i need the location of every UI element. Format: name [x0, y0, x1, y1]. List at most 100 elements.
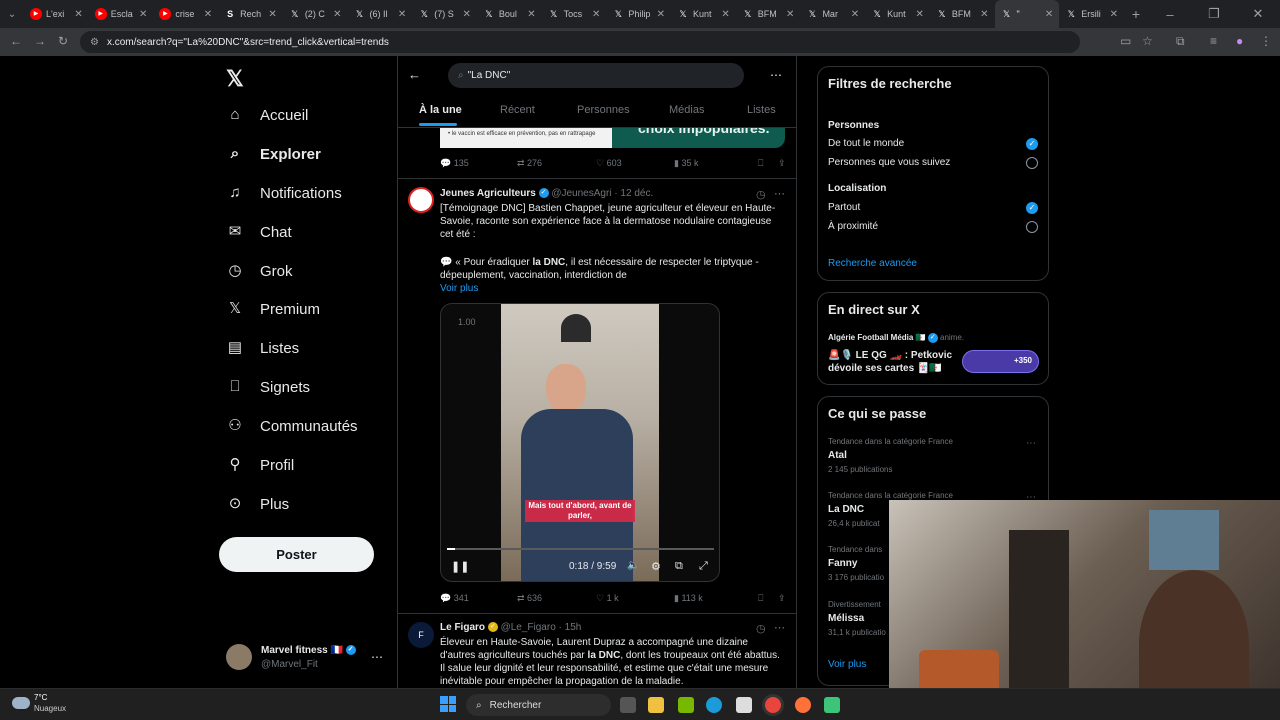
- restore-icon[interactable]: ❐: [1192, 6, 1236, 22]
- nav-item-communautes[interactable]: ⚇ Communautés: [226, 417, 357, 435]
- search-input[interactable]: ⌕ "La DNC": [448, 63, 744, 88]
- profile-icon[interactable]: ●: [1236, 34, 1243, 48]
- store-icon[interactable]: [736, 697, 752, 713]
- browser-tab[interactable]: 𝕏 Tocs ✕: [542, 0, 607, 28]
- close-tab-icon[interactable]: ✕: [139, 9, 147, 20]
- trend-name[interactable]: Fanny: [828, 558, 857, 569]
- close-tab-icon[interactable]: ✕: [851, 9, 859, 20]
- nav-item-notifications[interactable]: ♫ Notifications: [226, 184, 341, 202]
- trend-name[interactable]: La DNC: [828, 504, 864, 515]
- grok-icon[interactable]: ◷: [756, 622, 766, 635]
- media-icon[interactable]: ≡: [1210, 34, 1217, 48]
- avatar[interactable]: F: [408, 622, 434, 648]
- new-tab-icon[interactable]: +: [1124, 6, 1148, 22]
- back-icon[interactable]: ←: [10, 34, 22, 48]
- share-icon[interactable]: ⇪: [778, 158, 786, 169]
- filter-everyone-label[interactable]: De tout le monde: [828, 138, 904, 149]
- taskbar-search[interactable]: ⌕ Rechercher: [466, 694, 611, 716]
- browser-tab[interactable]: 𝕏 Philip ✕: [606, 0, 671, 28]
- close-tab-icon[interactable]: ✕: [915, 9, 923, 20]
- filter-following-label[interactable]: Personnes que vous suivez: [828, 157, 950, 168]
- post-button[interactable]: Poster: [219, 537, 374, 572]
- filter-anywhere-label[interactable]: Partout: [828, 202, 860, 213]
- back-arrow-icon[interactable]: ←: [408, 67, 421, 82]
- task-view-icon[interactable]: [620, 697, 636, 713]
- tweet-date[interactable]: · 12 déc.: [614, 188, 653, 199]
- close-tab-icon[interactable]: ✕: [74, 9, 82, 20]
- browser-tab[interactable]: ▶ Escla ✕: [89, 0, 154, 28]
- nvidia-icon[interactable]: [678, 697, 694, 713]
- weather-temp[interactable]: 7°C: [34, 693, 47, 702]
- close-tab-icon[interactable]: ✕: [1045, 9, 1053, 20]
- close-tab-icon[interactable]: ✕: [398, 9, 406, 20]
- browser-tab[interactable]: S Rech ✕: [218, 0, 283, 28]
- edge-icon[interactable]: [706, 697, 722, 713]
- browser-tab[interactable]: 𝕏 Kunt ✕: [671, 0, 736, 28]
- nav-item-listes[interactable]: ▤ Listes: [226, 339, 299, 357]
- url-input[interactable]: ⚙ x.com/search?q="La%20DNC"&src=trend_cl…: [80, 31, 1080, 53]
- pause-icon[interactable]: ❚❚: [451, 560, 469, 573]
- tweet-more-icon[interactable]: ⋯: [774, 187, 785, 200]
- browser-tab[interactable]: 𝕏 BFM ✕: [930, 0, 995, 28]
- radio-everyone[interactable]: ✓: [1026, 138, 1038, 150]
- author-handle[interactable]: @JeunesAgri: [551, 188, 611, 199]
- account-name[interactable]: Marvel fitness 🇫🇷 ✓: [261, 645, 356, 656]
- tab-search-icon[interactable]: ⌄: [0, 9, 24, 20]
- close-tab-icon[interactable]: ✕: [333, 9, 341, 20]
- show-more-link[interactable]: Voir plus: [440, 283, 478, 294]
- close-window-icon[interactable]: ✕: [1236, 6, 1280, 22]
- trend-name[interactable]: Mélissa: [828, 613, 864, 624]
- tab-people[interactable]: Personnes: [577, 104, 630, 116]
- browser-tab[interactable]: 𝕏 BFM ✕: [736, 0, 801, 28]
- trend-name[interactable]: Atal: [828, 450, 847, 461]
- close-tab-icon[interactable]: ✕: [592, 9, 600, 20]
- nav-item-explorer[interactable]: ⌕ Explorer: [226, 145, 321, 163]
- browser-tab[interactable]: 𝕏 Mar ✕: [800, 0, 865, 28]
- site-info-icon[interactable]: ⚙: [90, 37, 99, 48]
- app-icon[interactable]: [824, 697, 840, 713]
- trend-more-icon[interactable]: ⋯: [1026, 438, 1036, 449]
- nav-item-signets[interactable]: ⎕ Signets: [226, 378, 310, 396]
- close-tab-icon[interactable]: ✕: [980, 9, 988, 20]
- pip-icon[interactable]: ⧉: [675, 560, 683, 573]
- reply-button[interactable]: 💬 341: [440, 593, 517, 604]
- tab-lists[interactable]: Listes: [747, 104, 776, 116]
- minimize-icon[interactable]: –: [1148, 7, 1192, 22]
- video-player[interactable]: Mais tout d'abord, avant de parler, 1.00…: [440, 303, 720, 582]
- firefox-icon[interactable]: [795, 697, 811, 713]
- nav-item-accueil[interactable]: ⌂ Accueil: [226, 106, 308, 124]
- author-name[interactable]: Jeunes Agriculteurs: [440, 188, 536, 199]
- nav-item-chat[interactable]: ✉ Chat: [226, 223, 292, 241]
- nav-item-plus[interactable]: ⊙ Plus: [226, 495, 289, 513]
- search-more-icon[interactable]: ⋯: [770, 68, 782, 82]
- nav-item-grok[interactable]: ◷ Grok: [226, 262, 292, 280]
- reply-button[interactable]: 💬 135: [440, 158, 517, 169]
- like-button[interactable]: ♡ 603: [596, 158, 674, 169]
- author-handle[interactable]: @Le_Figaro: [501, 622, 556, 633]
- nav-item-profil[interactable]: ⚲ Profil: [226, 456, 295, 474]
- chrome-icon[interactable]: [765, 697, 781, 713]
- weather-desc[interactable]: Nuageux: [34, 704, 66, 713]
- browser-tab[interactable]: 𝕏 Boul ✕: [477, 0, 542, 28]
- advanced-search-link[interactable]: Recherche avancée: [828, 258, 917, 269]
- close-tab-icon[interactable]: ✕: [657, 9, 665, 20]
- radio-anywhere[interactable]: ✓: [1026, 202, 1038, 214]
- live-host[interactable]: Algérie Football Média 🇩🇿 ✓ anime.: [828, 333, 964, 343]
- retweet-button[interactable]: ⇄ 276: [517, 158, 596, 169]
- cast-icon[interactable]: ▭: [1120, 34, 1131, 48]
- forward-icon[interactable]: →: [34, 34, 46, 48]
- file-explorer-icon[interactable]: [648, 697, 664, 713]
- browser-tab[interactable]: ▶ L'exi ✕: [24, 0, 89, 28]
- browser-tab[interactable]: 𝕏 " ✕: [994, 0, 1060, 28]
- close-tab-icon[interactable]: ✕: [204, 9, 212, 20]
- browser-tab[interactable]: 𝕏 (7) S ✕: [412, 0, 477, 28]
- tweet-image-partial[interactable]: • le vaccin est efficace en prévention, …: [440, 128, 612, 148]
- video-progress-track[interactable]: [447, 548, 714, 550]
- browser-tab[interactable]: 𝕏 Kunt ✕: [865, 0, 930, 28]
- share-icon[interactable]: ⇪: [778, 593, 786, 604]
- x-logo-icon[interactable]: 𝕏: [226, 66, 244, 92]
- browser-tab[interactable]: 𝕏 (2) C ✕: [283, 0, 348, 28]
- reload-icon[interactable]: ↻: [58, 34, 68, 48]
- views-stat[interactable]: ▮ 113 k: [674, 593, 758, 604]
- account-more-icon[interactable]: ⋯: [371, 650, 383, 664]
